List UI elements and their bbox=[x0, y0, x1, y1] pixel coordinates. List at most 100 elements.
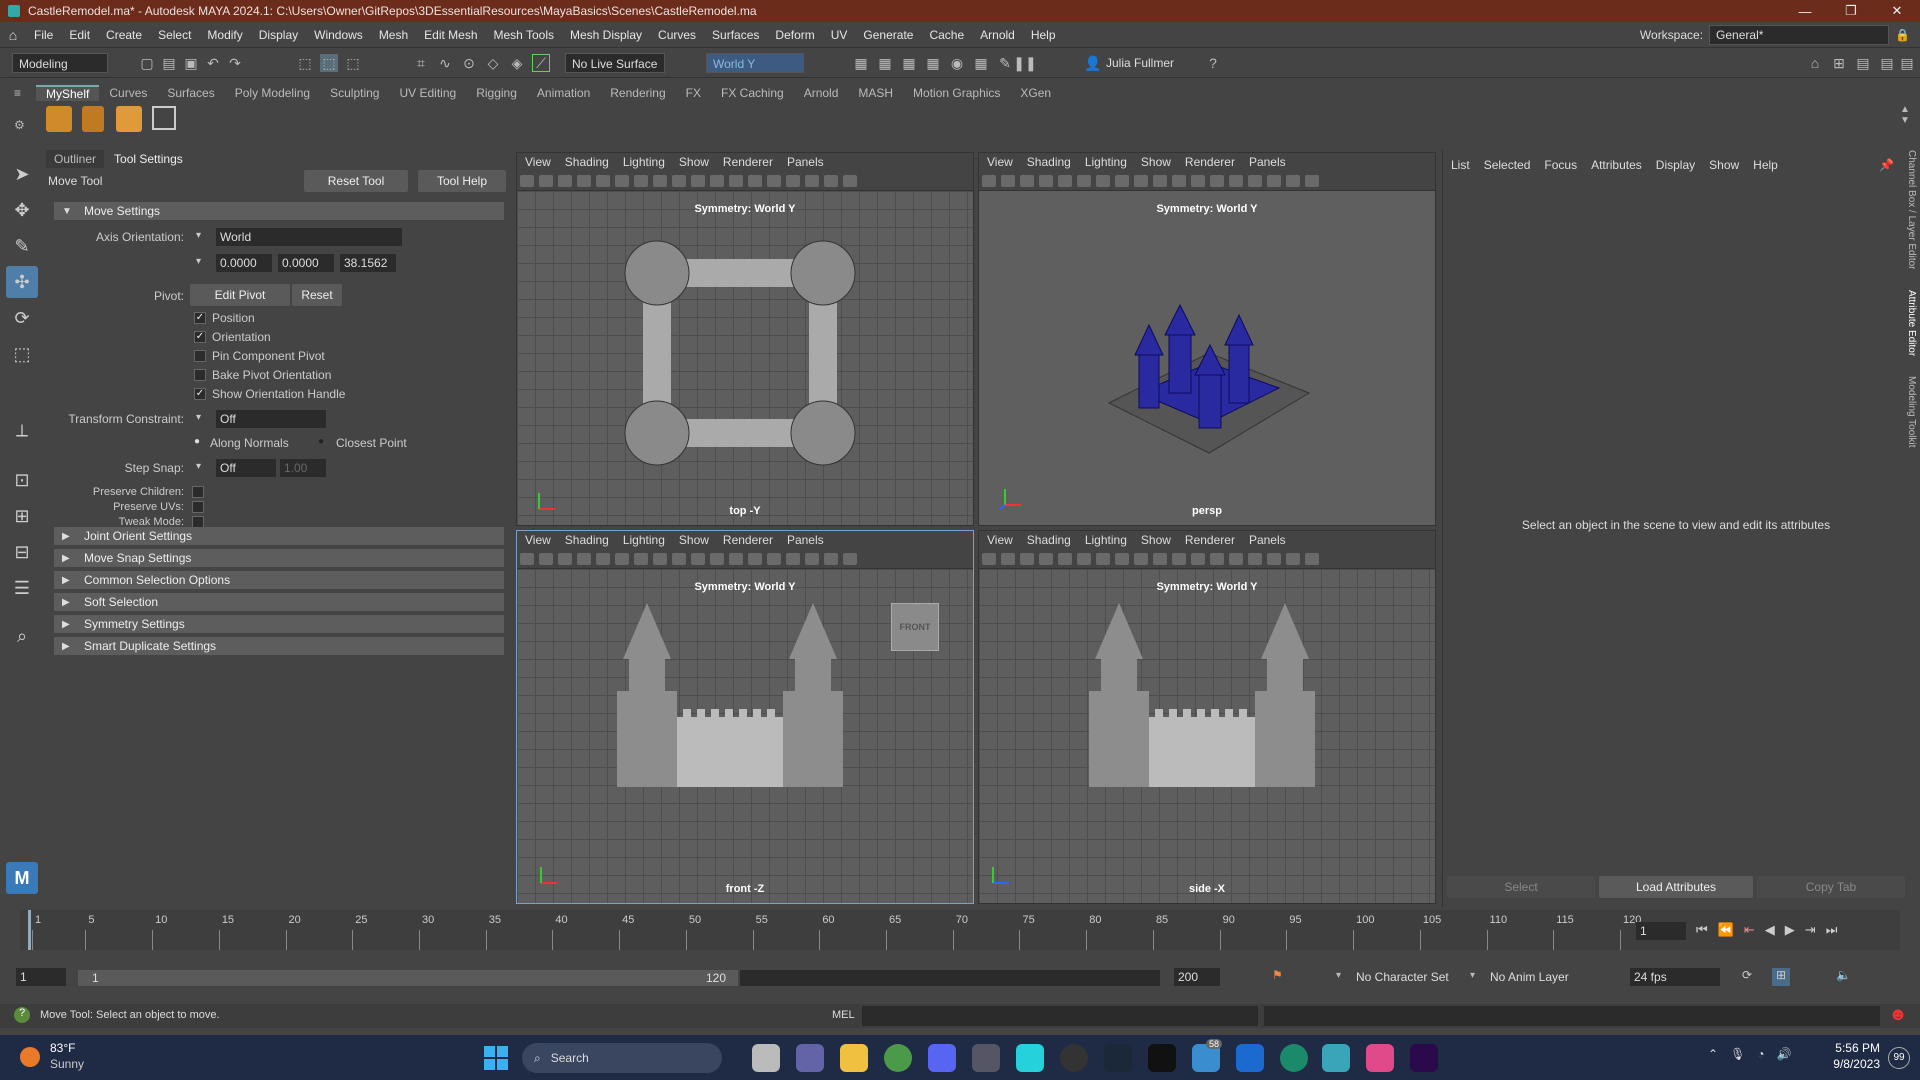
vp-menu-shading[interactable]: Shading bbox=[565, 533, 609, 547]
transform-constraint-dropdown[interactable]: Off bbox=[216, 410, 326, 428]
menu-modify[interactable]: Modify bbox=[199, 28, 250, 42]
common-selection-options-header[interactable]: ▶ Common Selection Options bbox=[54, 571, 504, 589]
vp-smooth-shade-icon[interactable] bbox=[748, 553, 762, 565]
live-surface-field[interactable]: No Live Surface bbox=[565, 53, 665, 73]
snap-live-icon[interactable]: ⟋ bbox=[532, 54, 550, 72]
tool-settings-icon[interactable]: ▤ bbox=[1854, 54, 1872, 72]
smart-duplicate-settings-header[interactable]: ▶ Smart Duplicate Settings bbox=[54, 637, 504, 655]
pin-component-pivot-checkbox[interactable] bbox=[194, 350, 206, 362]
character-set-dropdown[interactable]: No Character Set bbox=[1356, 970, 1449, 984]
menu-display[interactable]: Display bbox=[251, 28, 306, 42]
vp-bookmark-icon[interactable] bbox=[1020, 553, 1034, 565]
search-icon[interactable]: ⌕ bbox=[6, 620, 38, 652]
clock-date[interactable]: 9/8/2023 bbox=[1822, 1057, 1880, 1071]
vp-grid-icon[interactable] bbox=[1077, 553, 1091, 565]
ae-copy-tab-button[interactable]: Copy Tab bbox=[1757, 876, 1905, 898]
shelf-tab-myshelf[interactable]: MyShelf bbox=[36, 85, 100, 101]
attribute-editor-icon[interactable]: ⊞ bbox=[1830, 54, 1848, 72]
vp-menu-shading[interactable]: Shading bbox=[565, 155, 609, 169]
vp-shadows-icon[interactable] bbox=[1267, 175, 1281, 187]
menu-select[interactable]: Select bbox=[150, 28, 199, 42]
side-tab-modeling-toolkit[interactable]: Modeling Toolkit bbox=[1906, 376, 1917, 448]
vp-xray-icon[interactable] bbox=[843, 553, 857, 565]
select-tool-icon[interactable]: ➤ bbox=[6, 158, 38, 190]
menu-deform[interactable]: Deform bbox=[767, 28, 822, 42]
show-manipulator-icon[interactable]: ⟂ bbox=[6, 414, 38, 446]
poly-extrude-icon[interactable] bbox=[82, 106, 104, 132]
render-frame-icon[interactable]: ▦ bbox=[876, 54, 894, 72]
menu-curves[interactable]: Curves bbox=[650, 28, 704, 42]
vp-gate-mask-icon[interactable] bbox=[672, 553, 686, 565]
new-scene-icon[interactable]: ▢ bbox=[138, 54, 156, 72]
vp-2d-pan-icon[interactable] bbox=[596, 175, 610, 187]
vp-menu-renderer[interactable]: Renderer bbox=[1185, 155, 1235, 169]
outliner-layout-icon[interactable]: ☰ bbox=[6, 572, 38, 604]
menu-windows[interactable]: Windows bbox=[306, 28, 371, 42]
transform-constraint-chevron-icon[interactable]: ▾ bbox=[196, 412, 201, 423]
along-normals-radio[interactable]: ● bbox=[194, 436, 200, 447]
ae-menu-focus[interactable]: Focus bbox=[1544, 158, 1577, 172]
viewport-top[interactable]: View Shading Lighting Show Renderer Pane… bbox=[516, 152, 974, 526]
maximize-button[interactable]: ❐ bbox=[1828, 0, 1874, 22]
anim-layer-chevron-icon[interactable]: ▾ bbox=[1470, 970, 1475, 981]
microphone-icon[interactable]: 🎙 bbox=[1730, 1047, 1745, 1061]
vp-menu-lighting[interactable]: Lighting bbox=[623, 155, 665, 169]
axis-vector-y-field[interactable]: 0.0000 bbox=[278, 254, 334, 272]
vp-2d-pan-icon[interactable] bbox=[1058, 175, 1072, 187]
vp-shadows-icon[interactable] bbox=[1267, 553, 1281, 565]
view-cube[interactable]: FRONT bbox=[891, 603, 939, 651]
maya-taskbar-icon[interactable] bbox=[1322, 1044, 1350, 1072]
workspace-dropdown[interactable]: General* bbox=[1709, 25, 1890, 45]
menu-file[interactable]: File bbox=[26, 28, 61, 42]
step-snap-dropdown[interactable]: Off bbox=[216, 459, 276, 477]
symmetry-settings-header[interactable]: ▶ Symmetry Settings bbox=[54, 615, 504, 633]
vp-grid-icon[interactable] bbox=[615, 553, 629, 565]
sound-icon[interactable]: 🔈 bbox=[1836, 968, 1851, 982]
vp-safe-action-icon[interactable] bbox=[1172, 553, 1186, 565]
vp-menu-show[interactable]: Show bbox=[679, 533, 709, 547]
render-settings-icon[interactable]: ▦ bbox=[924, 54, 942, 72]
menu-arnold[interactable]: Arnold bbox=[972, 28, 1023, 42]
vp-select-camera-icon[interactable] bbox=[982, 175, 996, 187]
vp-menu-renderer[interactable]: Renderer bbox=[1185, 533, 1235, 547]
minimize-button[interactable]: — bbox=[1782, 0, 1828, 22]
channel-box-icon[interactable]: ▤ bbox=[1878, 54, 1896, 72]
step-snap-amount-field[interactable]: 1.00 bbox=[280, 459, 326, 477]
tab-tool-settings[interactable]: Tool Settings bbox=[106, 150, 191, 168]
vp-menu-view[interactable]: View bbox=[525, 155, 551, 169]
character-set-chevron-icon[interactable]: ▾ bbox=[1336, 970, 1341, 981]
scale-tool-icon[interactable]: ⬚ bbox=[6, 338, 38, 370]
close-button[interactable]: ✕ bbox=[1874, 0, 1920, 22]
symmetry-dropdown[interactable]: World Y bbox=[706, 53, 804, 73]
volume-icon[interactable]: 🔊 bbox=[1777, 1047, 1792, 1061]
vp-camera-attr-icon[interactable] bbox=[1001, 175, 1015, 187]
shelf-tab-uv-editing[interactable]: UV Editing bbox=[389, 86, 466, 100]
premiere-icon[interactable] bbox=[1410, 1044, 1438, 1072]
teams-icon[interactable] bbox=[796, 1044, 824, 1072]
vp-bookmark-icon[interactable] bbox=[558, 175, 572, 187]
taskbar-search[interactable]: ⌕ Search bbox=[522, 1043, 722, 1073]
snap-curve-icon[interactable]: ∿ bbox=[436, 54, 454, 72]
vp-lights-icon[interactable] bbox=[786, 175, 800, 187]
vp-wireframe-icon[interactable] bbox=[1191, 553, 1205, 565]
auto-key-icon[interactable]: ⚑ bbox=[1272, 968, 1283, 982]
file-explorer-icon[interactable] bbox=[840, 1044, 868, 1072]
range-slider[interactable]: 1 120 bbox=[78, 970, 738, 986]
rotate-tool-icon[interactable]: ⟳ bbox=[6, 302, 38, 334]
vp-lights-icon[interactable] bbox=[1248, 175, 1262, 187]
lasso-tool-icon[interactable]: ✥ bbox=[6, 194, 38, 226]
menu-uv[interactable]: UV bbox=[823, 28, 856, 42]
vp-safe-action-icon[interactable] bbox=[710, 553, 724, 565]
viewport-side[interactable]: View Shading Lighting Show Renderer Pane… bbox=[978, 530, 1436, 904]
vp-menu-panels[interactable]: Panels bbox=[787, 155, 824, 169]
vp-menu-panels[interactable]: Panels bbox=[1249, 155, 1286, 169]
vp-resolution-gate-icon[interactable] bbox=[653, 175, 667, 187]
axis-vector-chevron-icon[interactable]: ▾ bbox=[196, 256, 201, 267]
mel-label[interactable]: MEL bbox=[832, 1009, 855, 1021]
ae-menu-selected[interactable]: Selected bbox=[1484, 158, 1531, 172]
vp-2d-pan-icon[interactable] bbox=[1058, 553, 1072, 565]
preserve-uvs-checkbox[interactable] bbox=[192, 501, 204, 513]
ae-menu-list[interactable]: List bbox=[1451, 158, 1470, 172]
vp-bookmark-icon[interactable] bbox=[558, 553, 572, 565]
vp-image-plane-icon[interactable] bbox=[577, 175, 591, 187]
